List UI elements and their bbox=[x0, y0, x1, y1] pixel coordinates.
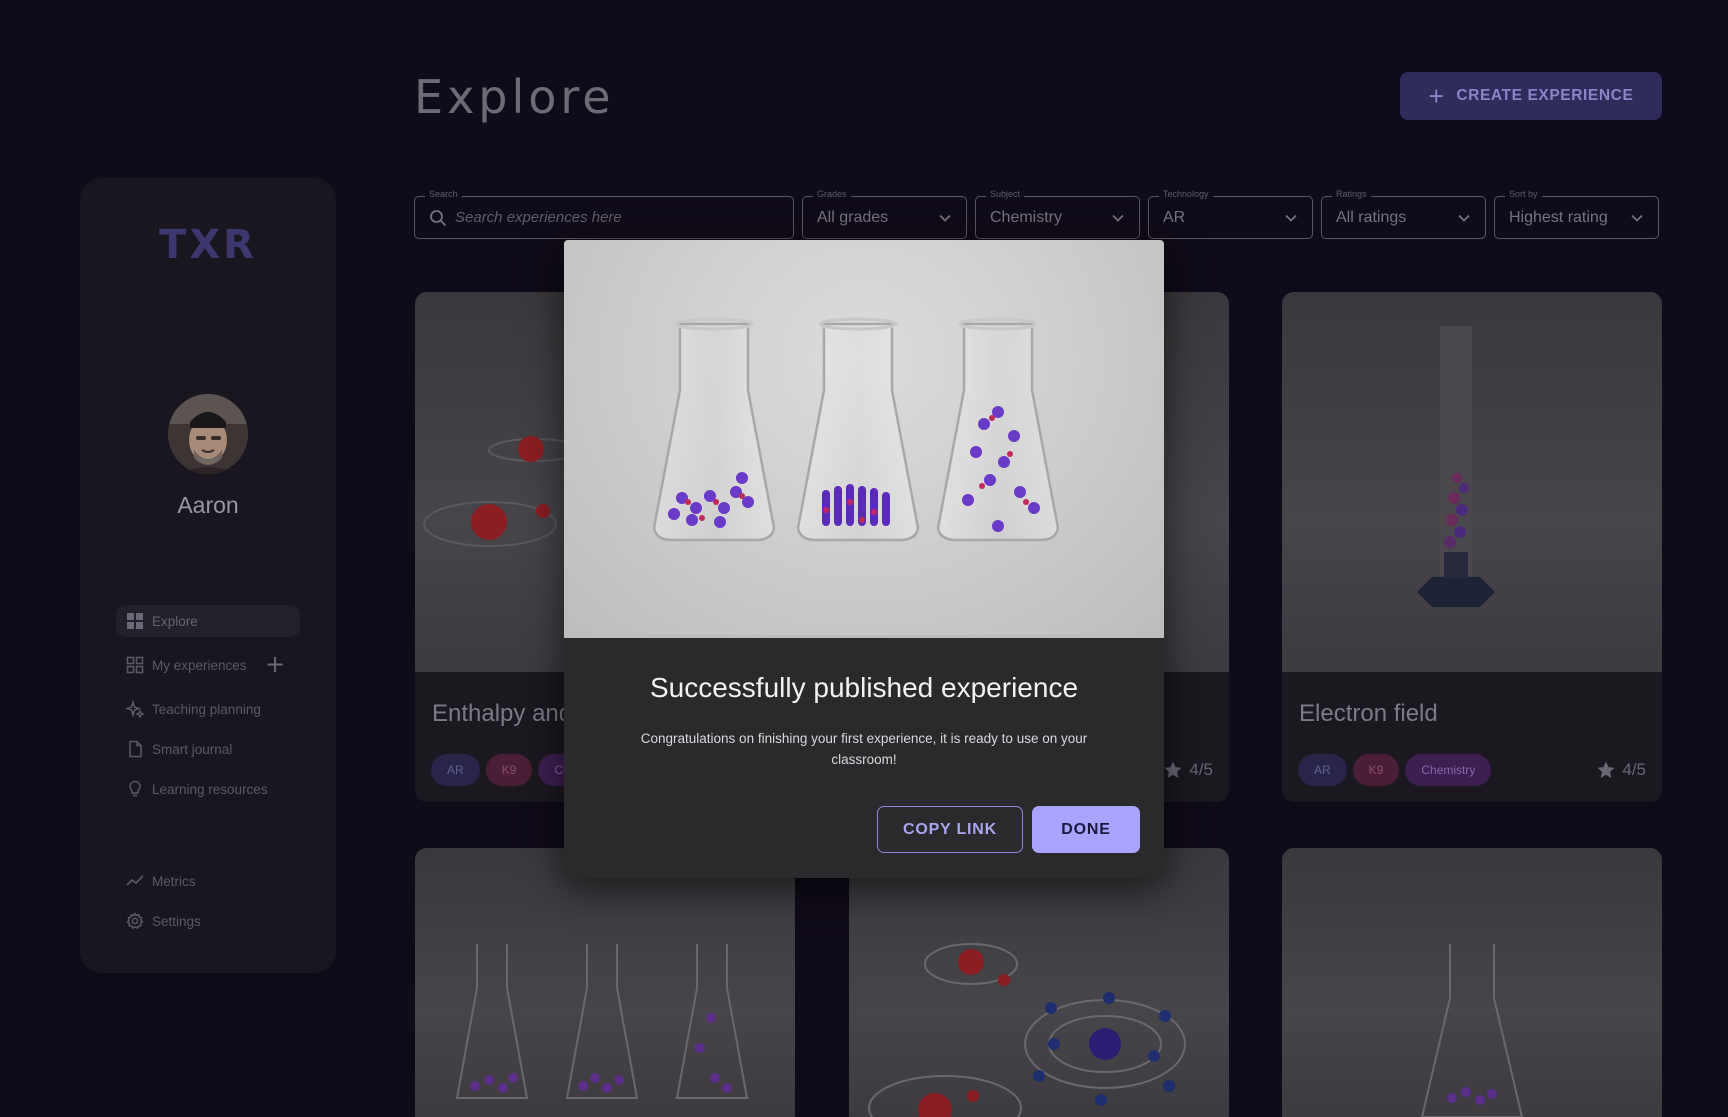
sidebar-item-teaching-planning[interactable]: Teaching planning bbox=[116, 693, 300, 725]
app-logo[interactable]: TXR bbox=[80, 222, 336, 268]
chevron-down-icon bbox=[1285, 214, 1297, 222]
subject-label: Subject bbox=[986, 189, 1025, 199]
create-experience-button[interactable]: + CREATE EXPERIENCE bbox=[1400, 72, 1662, 120]
sidebar-item-label: Smart journal bbox=[152, 741, 233, 757]
technology-select[interactable]: Technology AR bbox=[1148, 189, 1313, 239]
star-icon bbox=[1164, 761, 1182, 778]
sort-select[interactable]: Sort by Highest rating bbox=[1494, 189, 1659, 239]
document-icon bbox=[129, 740, 142, 758]
sidebar-item-explore[interactable]: Explore bbox=[116, 605, 300, 637]
grades-label: Grades bbox=[813, 189, 851, 199]
tag-k9: K9 bbox=[1352, 754, 1400, 786]
user-name: Aaron bbox=[177, 492, 239, 518]
tag-ar: AR bbox=[431, 754, 480, 786]
tag-ar: AR bbox=[1298, 754, 1347, 786]
search-label: Search bbox=[425, 189, 462, 199]
sidebar-item-label: Learning resources bbox=[152, 781, 268, 797]
chevron-down-icon bbox=[1112, 214, 1124, 222]
sidebar-item-metrics[interactable]: Metrics bbox=[116, 865, 300, 897]
ratings-value: All ratings bbox=[1336, 208, 1407, 226]
grades-select[interactable]: Grades All grades bbox=[802, 189, 967, 239]
sidebar-item-label: Settings bbox=[152, 913, 201, 929]
add-experience-button[interactable]: + bbox=[262, 652, 288, 678]
experience-card[interactable] bbox=[849, 848, 1229, 1117]
plus-icon: + bbox=[1428, 81, 1445, 111]
technology-value: AR bbox=[1163, 208, 1186, 226]
sidebar-item-label: Teaching planning bbox=[152, 701, 261, 717]
grid-icon bbox=[127, 613, 143, 629]
grid-outline-icon bbox=[126, 656, 144, 674]
sort-label: Sort by bbox=[1505, 189, 1542, 199]
tag-k9: K9 bbox=[485, 754, 533, 786]
create-experience-label: CREATE EXPERIENCE bbox=[1456, 87, 1634, 104]
sidebar-item-label: Explore bbox=[152, 613, 198, 629]
chevron-down-icon bbox=[939, 214, 951, 222]
lightbulb-icon bbox=[129, 780, 141, 797]
card-rating: 4/5 bbox=[1596, 760, 1646, 780]
grades-value: All grades bbox=[817, 208, 889, 226]
card-title: Enthalpy and bbox=[432, 700, 573, 727]
ratings-label: Ratings bbox=[1332, 189, 1371, 199]
subject-value: Chemistry bbox=[990, 208, 1063, 226]
sort-value: Highest rating bbox=[1509, 208, 1608, 226]
sidebar-item-label: Metrics bbox=[152, 873, 196, 889]
rating-value: 4/5 bbox=[1622, 760, 1646, 779]
page-title: Explore bbox=[414, 70, 615, 124]
card-thumbnail bbox=[415, 848, 795, 1117]
subject-select[interactable]: Subject Chemistry bbox=[975, 189, 1140, 239]
technology-label: Technology bbox=[1159, 189, 1213, 199]
gear-icon bbox=[126, 912, 144, 930]
card-tags: AR K9 Ch bbox=[431, 754, 586, 786]
trend-icon bbox=[126, 875, 144, 886]
dialog-message: Congratulations on finishing your first … bbox=[640, 731, 1088, 767]
card-rating: 4/5 bbox=[1163, 760, 1213, 780]
experience-card[interactable]: Electron field AR K9 Chemistry 4/5 bbox=[1282, 292, 1662, 802]
search-input[interactable]: Search Search experiences here bbox=[414, 189, 794, 239]
ratings-select[interactable]: Ratings All ratings bbox=[1321, 189, 1486, 239]
sidebar-item-smart-journal[interactable]: Smart journal bbox=[116, 733, 300, 765]
done-button[interactable]: DONE bbox=[1032, 806, 1140, 853]
card-tags: AR K9 Chemistry bbox=[1298, 754, 1492, 786]
publish-success-dialog: Successfully published experience Congra… bbox=[564, 240, 1164, 878]
chevron-down-icon bbox=[1631, 214, 1643, 222]
rating-value: 4/5 bbox=[1189, 760, 1213, 779]
chevron-down-icon bbox=[1458, 214, 1470, 222]
dialog-title: Successfully published experience bbox=[649, 672, 1079, 703]
sidebar-item-label: My experiences bbox=[152, 657, 247, 673]
experience-card[interactable] bbox=[415, 848, 795, 1117]
sidebar-item-learning-resources[interactable]: Learning resources bbox=[116, 773, 300, 805]
card-thumbnail bbox=[1282, 292, 1662, 672]
experience-preview-image bbox=[564, 240, 1164, 638]
search-icon bbox=[430, 209, 447, 226]
sidebar-item-settings[interactable]: Settings bbox=[116, 905, 300, 937]
sidebar: TXR Aaron Explore My experiences + Teach… bbox=[80, 178, 336, 973]
card-title: Electron field bbox=[1299, 700, 1438, 727]
copy-link-button[interactable]: COPY LINK bbox=[877, 806, 1023, 853]
avatar[interactable] bbox=[168, 394, 248, 474]
sparkle-icon bbox=[126, 700, 144, 718]
card-thumbnail bbox=[849, 848, 1229, 1117]
experience-card[interactable] bbox=[1282, 848, 1662, 1117]
search-placeholder: Search experiences here bbox=[455, 209, 622, 226]
star-icon bbox=[1597, 761, 1615, 778]
card-thumbnail bbox=[1282, 848, 1662, 1117]
tag-chemistry: Chemistry bbox=[1405, 754, 1492, 786]
